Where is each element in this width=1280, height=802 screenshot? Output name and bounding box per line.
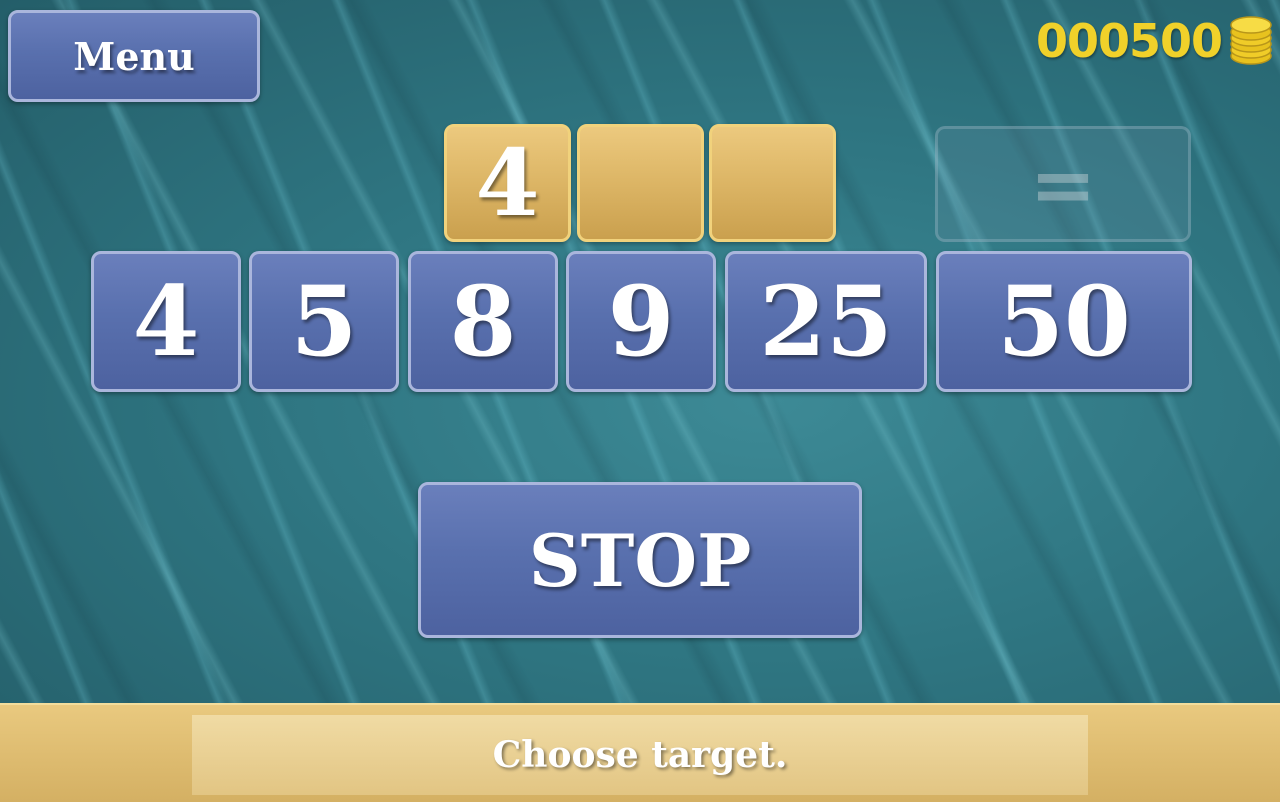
expression-slot-1[interactable]: 4	[444, 124, 571, 242]
number-tile-50[interactable]: 50	[936, 251, 1192, 392]
menu-button[interactable]: Menu	[8, 10, 260, 102]
stop-button[interactable]: STOP	[418, 482, 862, 638]
number-tile-25[interactable]: 25	[725, 251, 927, 392]
number-tile-4[interactable]: 4	[91, 251, 241, 392]
coin-score: 000500	[1035, 14, 1223, 68]
number-tile-9[interactable]: 9	[566, 251, 716, 392]
status-message: Choose target.	[492, 734, 788, 776]
equals-slot: =	[935, 126, 1191, 242]
number-tile-8[interactable]: 8	[408, 251, 558, 392]
number-tile-5[interactable]: 5	[249, 251, 399, 392]
status-panel: Choose target.	[192, 715, 1088, 795]
expression-slot-2[interactable]	[577, 124, 704, 242]
expression-slot-3[interactable]	[709, 124, 836, 242]
status-bar: Choose target.	[0, 703, 1280, 802]
coins-icon	[1230, 16, 1272, 65]
